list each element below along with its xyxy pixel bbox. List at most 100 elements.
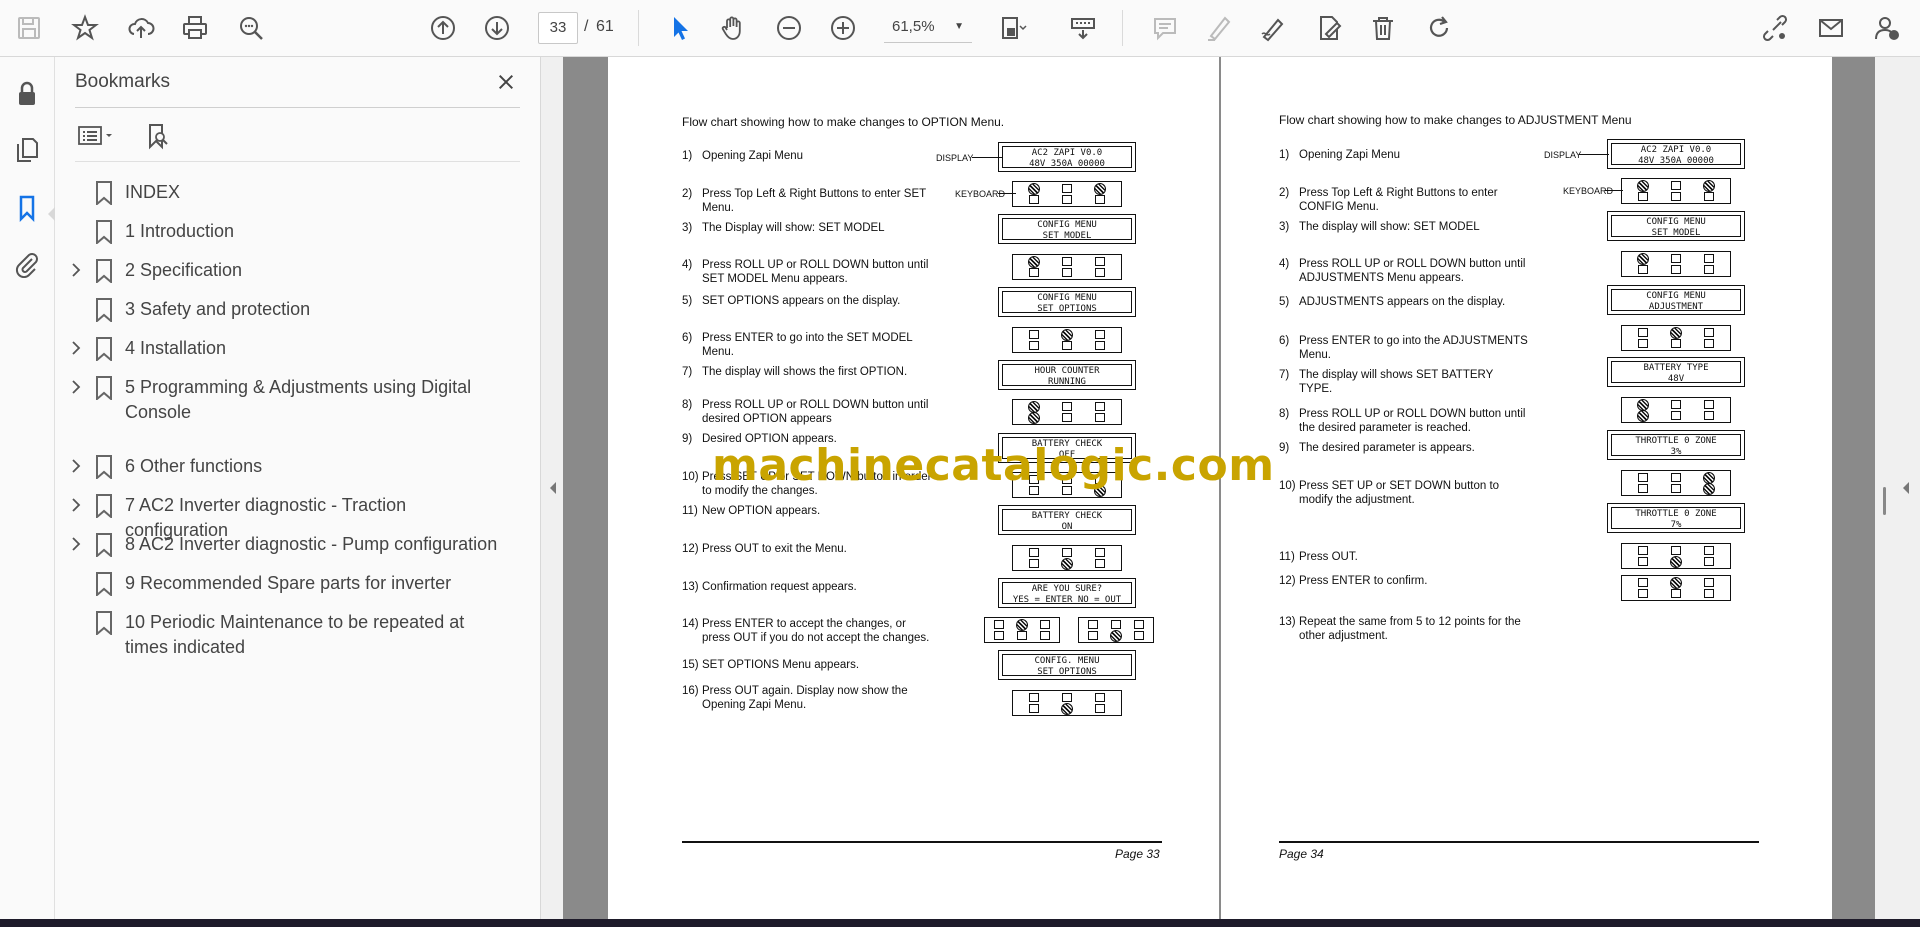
key [1671, 181, 1681, 190]
zoom-in-icon[interactable] [826, 11, 860, 45]
bookmark-icon [95, 611, 113, 637]
attachments-icon[interactable] [10, 247, 44, 281]
lcd-screen: AC2 ZAPI V0.0 48V 350A 00000 [1611, 143, 1741, 166]
chevron-right-icon[interactable] [69, 341, 83, 355]
chevron-right-icon[interactable] [69, 498, 83, 512]
step-text: The desired parameter is appears. [1299, 442, 1475, 454]
share-link-icon[interactable] [1758, 11, 1792, 45]
sign-icon[interactable] [1256, 11, 1290, 45]
chevron-right-icon[interactable] [69, 380, 83, 394]
key [1062, 195, 1072, 204]
lcd-screen: BATTERY TYPE 48V [1611, 361, 1741, 384]
key [1638, 546, 1648, 555]
mail-icon[interactable] [1814, 11, 1848, 45]
upload-cloud-icon[interactable] [124, 11, 158, 45]
pressed-key [1637, 253, 1649, 265]
bookmark-icon [95, 181, 113, 207]
fit-page-icon[interactable] [996, 11, 1030, 45]
step-number: 9) [1279, 442, 1290, 454]
new-bookmark-icon[interactable] [135, 119, 179, 153]
step-text: Press ROLL UP or ROLL DOWN button until … [1299, 258, 1526, 284]
key [1638, 192, 1648, 201]
keyboard-tools-icon[interactable] [1066, 11, 1100, 45]
pressed-key [1703, 483, 1715, 495]
toolbar-divider [638, 10, 639, 46]
key [1029, 195, 1039, 204]
bookmark-icon [95, 259, 113, 285]
bookmark-star-icon[interactable] [68, 11, 102, 45]
chevron-right-icon[interactable] [69, 459, 83, 473]
hand-tool-icon[interactable] [716, 11, 750, 45]
key [1095, 330, 1105, 339]
delete-icon[interactable] [1366, 11, 1400, 45]
chevron-right-icon[interactable] [69, 537, 83, 551]
step-number: 15) [682, 659, 699, 671]
step-number: 3) [1279, 221, 1290, 233]
keyboard-diagram [1621, 397, 1731, 423]
zoom-out-icon[interactable] [772, 11, 806, 45]
step-text: Press ENTER to go into the SET MODEL Men… [702, 332, 913, 358]
previous-page-icon[interactable] [426, 11, 460, 45]
collapse-right-panel-icon[interactable] [1900, 480, 1912, 496]
rotate-icon[interactable] [1422, 11, 1456, 45]
step-number: 7) [682, 366, 693, 378]
bookmarks-panel-icon[interactable] [10, 191, 44, 225]
key [1671, 484, 1681, 493]
collapse-left-panel-icon[interactable] [547, 480, 559, 496]
page-thumbnails-icon[interactable] [10, 133, 44, 167]
keyboard-diagram [1012, 545, 1122, 571]
scrollbar-thumb[interactable] [1883, 487, 1886, 515]
key [1039, 631, 1050, 640]
bookmark-options-icon[interactable] [75, 119, 119, 153]
pressed-key [1110, 630, 1122, 642]
lcd-screen: AC2 ZAPI V0.0 48V 350A 00000 [1002, 146, 1132, 169]
vertical-scrollbar[interactable] [1877, 57, 1895, 919]
print-icon[interactable] [178, 11, 212, 45]
lcd-line-1: CONFIG. MENU [1034, 656, 1100, 666]
highlight-pen-icon[interactable] [1202, 11, 1236, 45]
key [1133, 620, 1144, 629]
step-number: 3) [682, 222, 693, 234]
step-text: The display will show: SET MODEL [1299, 221, 1480, 233]
lcd-screen: ARE YOU SURE? YES = ENTER NO = OUT [1002, 582, 1132, 605]
key [1029, 704, 1039, 713]
key [1088, 620, 1099, 629]
pressed-key [1094, 183, 1106, 195]
bookmark-icon [95, 572, 113, 598]
key [1671, 473, 1681, 482]
key [1704, 192, 1714, 201]
step-text: SET OPTIONS appears on the display. [702, 295, 901, 307]
main-toolbar: 33 / 61 61,5% ▼ [0, 0, 1920, 57]
step-number: 10) [1279, 480, 1296, 492]
step-number: 11) [682, 505, 698, 517]
bookmark-label: 8 AC2 Inverter diagnostic - Pump configu… [125, 534, 498, 554]
key [1029, 548, 1039, 557]
footer-rule [1279, 841, 1759, 843]
find-zoom-icon[interactable] [234, 11, 268, 45]
next-page-icon[interactable] [480, 11, 514, 45]
comment-icon[interactable] [1148, 11, 1182, 45]
lock-icon[interactable] [10, 77, 44, 111]
step-text: Press Top Left & Right Buttons to enter … [702, 188, 926, 214]
edit-pdf-icon[interactable] [1312, 11, 1346, 45]
zoom-level-select[interactable]: 61,5% ▼ [884, 12, 972, 43]
keyboard-diagram [1621, 251, 1731, 277]
bookmark-label: 3 Safety and protection [125, 299, 311, 319]
close-icon[interactable] [491, 67, 521, 97]
keyboard-diagram [1621, 543, 1731, 569]
pdf-page-34[interactable]: Flow chart showing how to make changes t… [1221, 57, 1832, 919]
lcd-line-2: 48V 350A 00000 [1029, 158, 1105, 169]
arrow [1579, 154, 1609, 155]
keyboard-diagram [1621, 575, 1731, 601]
key [1017, 631, 1027, 640]
key [1029, 559, 1039, 568]
chevron-right-icon[interactable] [69, 263, 83, 277]
select-cursor-icon[interactable] [662, 11, 696, 45]
account-icon[interactable] [1870, 11, 1904, 45]
step-number: 2) [1279, 187, 1290, 199]
page-number-input[interactable]: 33 [538, 12, 578, 44]
step-text: Repeat the same from 5 to 12 points for … [1299, 616, 1521, 642]
save-icon[interactable] [12, 11, 46, 45]
bookmark-label: 9 Recommended Spare parts for inverter [125, 573, 452, 593]
lcd-display: ARE YOU SURE? YES = ENTER NO = OUT [998, 578, 1136, 608]
